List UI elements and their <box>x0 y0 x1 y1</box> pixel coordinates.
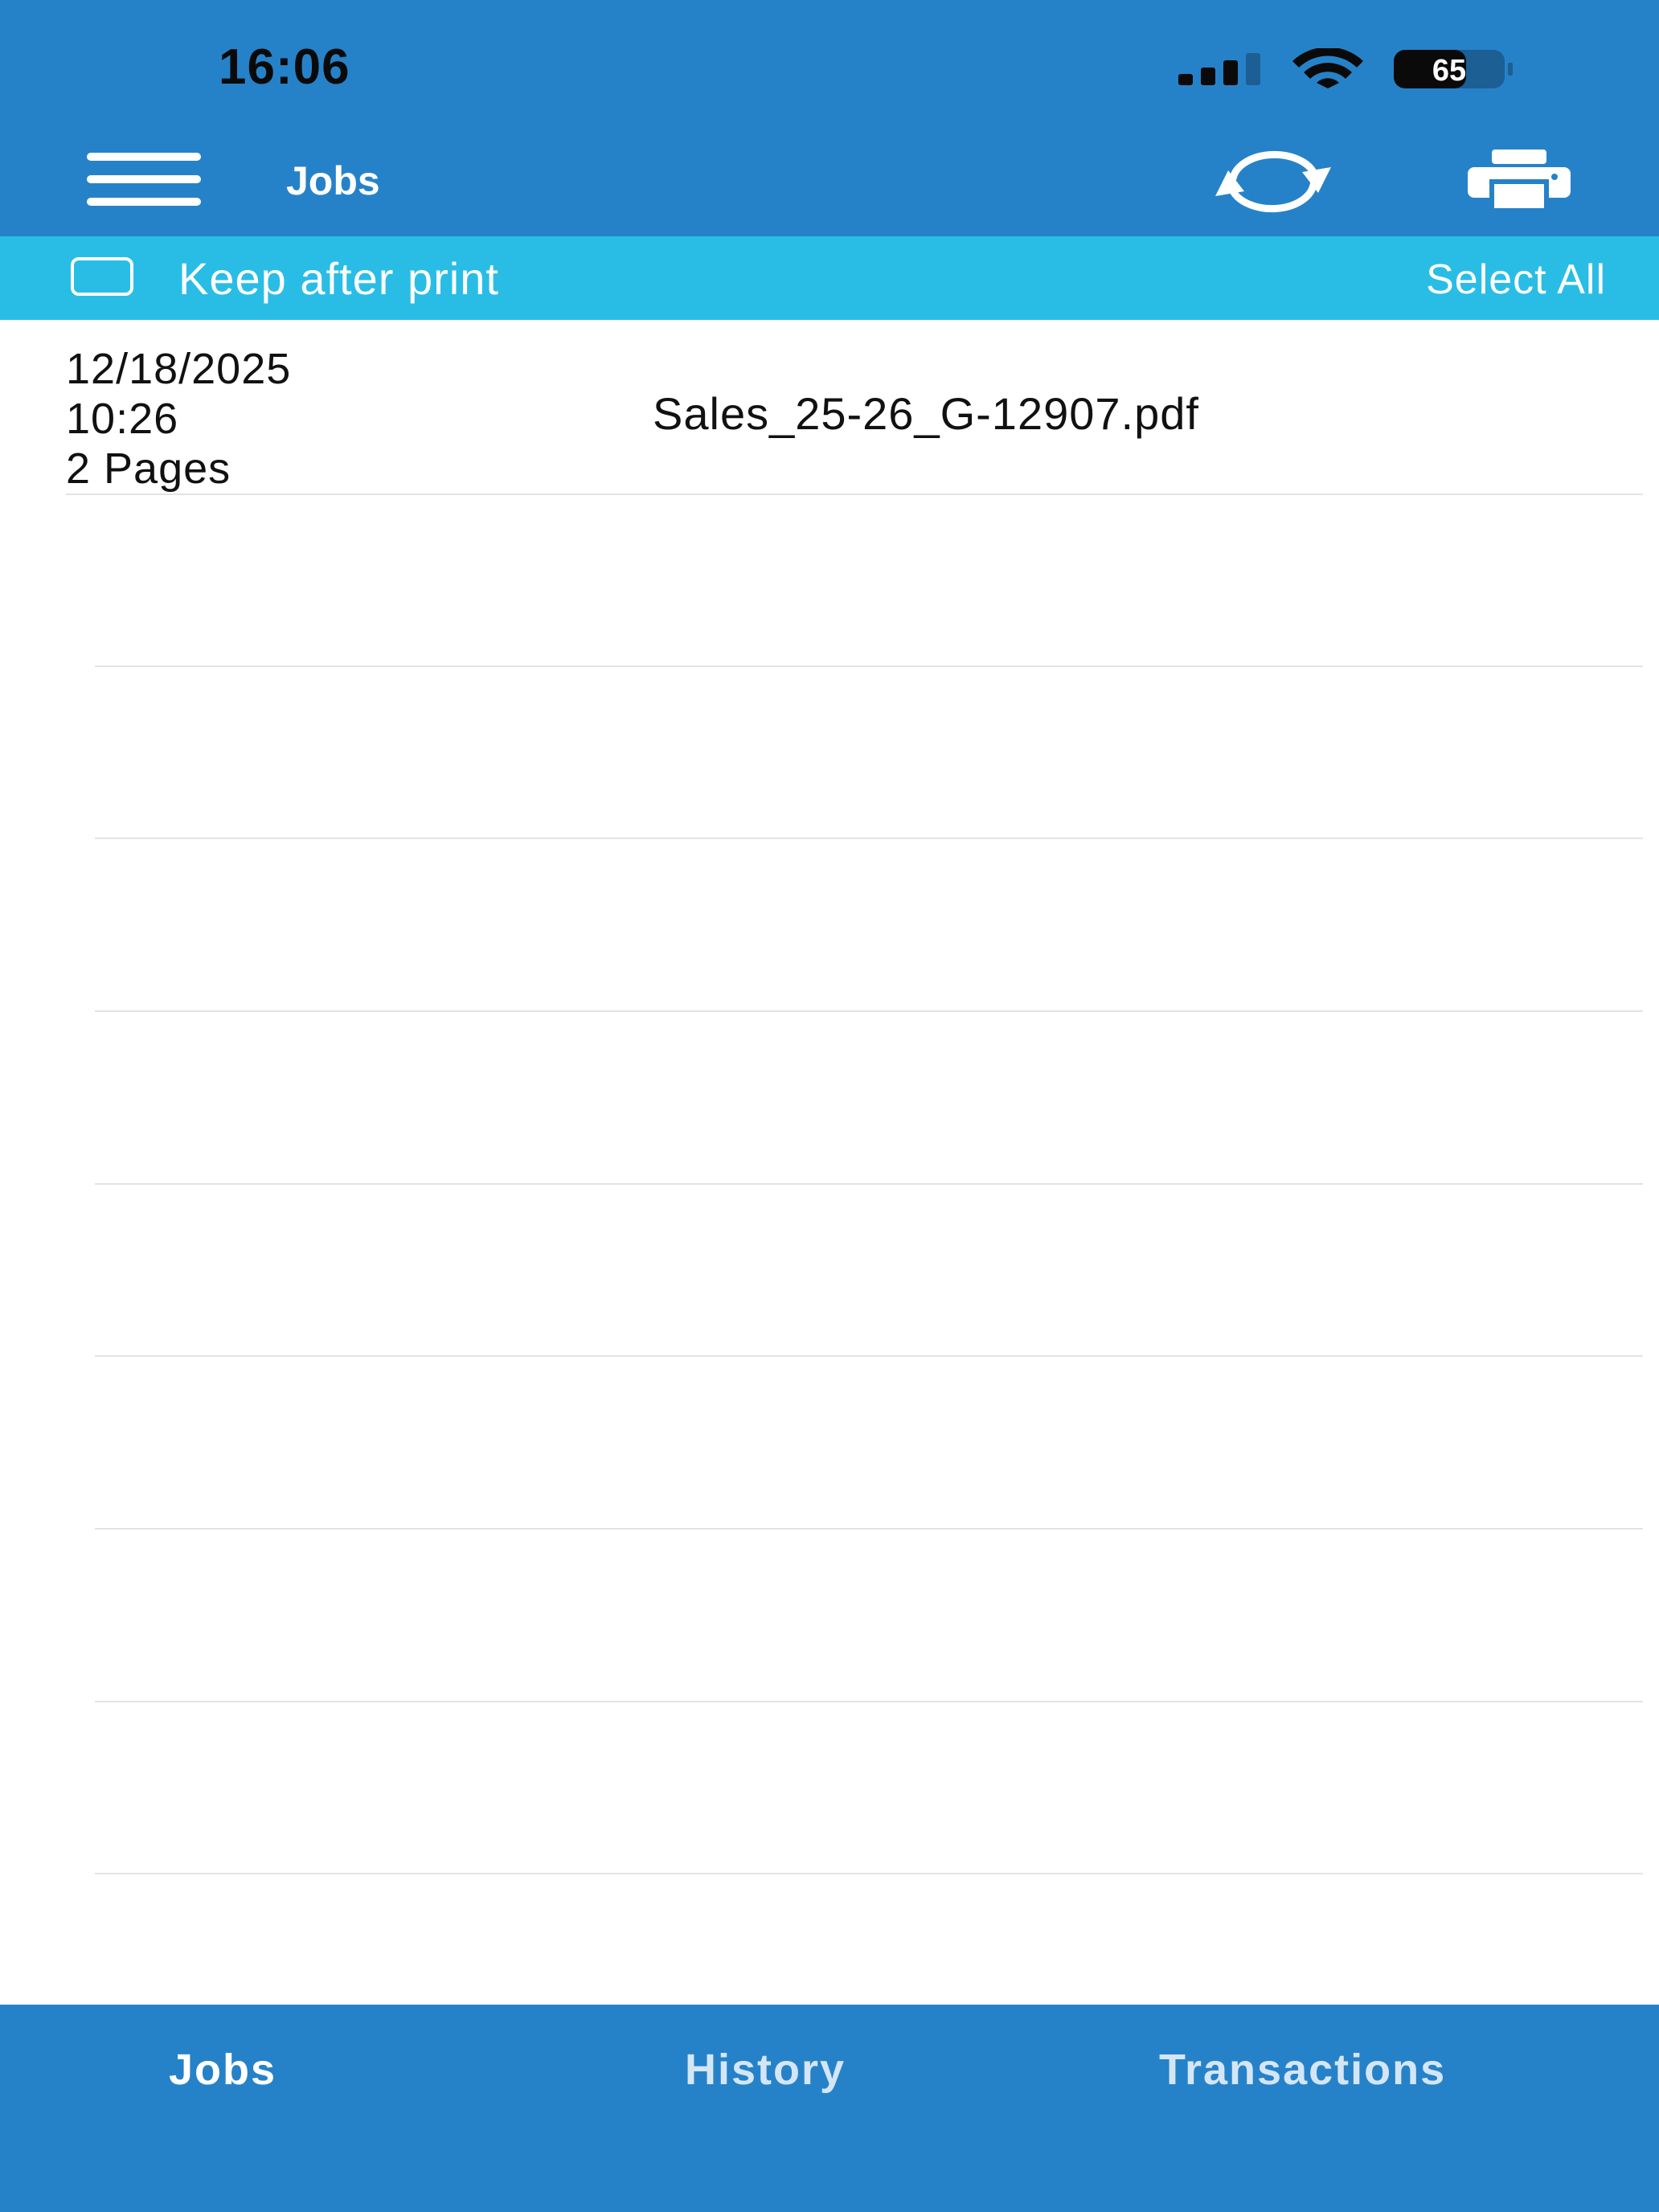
keep-after-print-checkbox[interactable] <box>71 257 133 296</box>
tab-jobs[interactable]: Jobs <box>169 2045 276 2095</box>
status-time: 16:06 <box>219 39 350 95</box>
menu-icon[interactable] <box>87 153 201 206</box>
list-divider <box>95 1010 1643 1012</box>
bottom-tab-bar: Jobs History Transactions <box>0 2005 1659 2212</box>
list-divider <box>66 494 1643 495</box>
battery-icon: 65 <box>1394 50 1513 88</box>
list-divider <box>95 838 1643 839</box>
list-divider <box>95 666 1643 667</box>
battery-level: 65 <box>1432 54 1466 88</box>
job-filename: Sales_25-26_G-12907.pdf <box>653 388 1199 439</box>
printer-icon[interactable] <box>1468 150 1571 211</box>
job-pages: 2 Pages <box>66 444 231 493</box>
page-title: Jobs <box>286 158 380 203</box>
list-divider <box>95 1183 1643 1185</box>
list-divider <box>95 1873 1643 1874</box>
refresh-icon[interactable] <box>1210 148 1336 215</box>
list-divider <box>95 1528 1643 1530</box>
select-all-button[interactable]: Select All <box>1426 256 1606 304</box>
job-time: 10:26 <box>66 395 179 443</box>
tab-history[interactable]: History <box>685 2045 846 2095</box>
job-date: 12/18/2025 <box>66 345 292 393</box>
wifi-icon <box>1292 48 1363 88</box>
jobs-toolbar: Keep after print Select All <box>0 236 1659 320</box>
list-divider <box>95 1701 1643 1702</box>
cellular-signal-icon <box>1178 53 1260 85</box>
keep-after-print-label[interactable]: Keep after print <box>178 252 499 305</box>
app-header: 16:06 65 Jobs <box>0 0 1659 236</box>
list-divider <box>95 1355 1643 1357</box>
job-list-item[interactable]: 12/18/2025 10:26 2 Pages Sales_25-26_G-1… <box>0 320 1659 494</box>
job-meta: 12/18/2025 10:26 2 Pages <box>66 344 291 494</box>
tab-transactions[interactable]: Transactions <box>1159 2045 1446 2095</box>
app-root: 16:06 65 Jobs Keep after print Select Al… <box>0 0 1659 2212</box>
